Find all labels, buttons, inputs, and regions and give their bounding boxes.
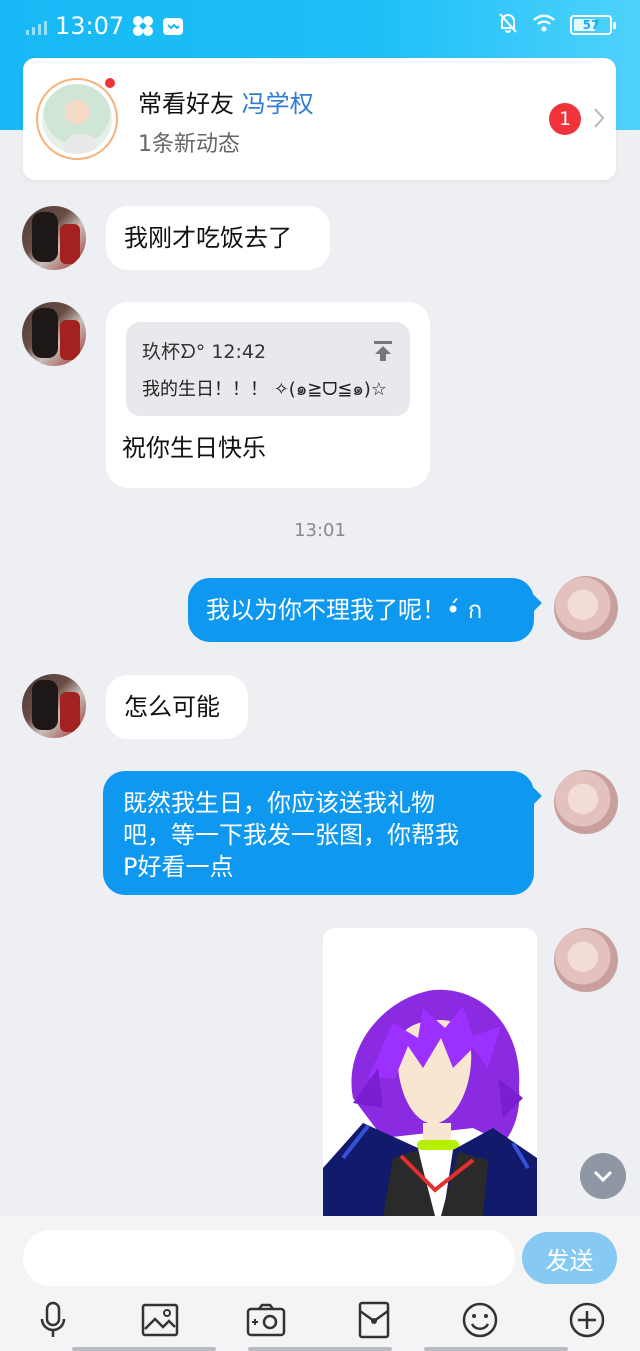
- message-bubble-self[interactable]: 我以为你不理我了呢！•́ ก: [188, 578, 542, 642]
- friend-card-subtitle: 1条新动态: [138, 132, 240, 157]
- message-text: 祝你生日快乐: [122, 434, 266, 462]
- friend-avatar[interactable]: [36, 78, 118, 160]
- my-avatar[interactable]: [554, 576, 618, 640]
- microphone-icon[interactable]: [31, 1298, 75, 1342]
- nav-indicator: [72, 1347, 216, 1351]
- message-bubble-self[interactable]: 既然我生日，你应该送我礼物 吧，等一下我发一张图，你帮我 P好看一点: [103, 771, 542, 895]
- quoted-header: 玖杯ᗤ° 12:42: [142, 336, 266, 368]
- quoted-reply[interactable]: 玖杯ᗤ° 12:42 我的生日！！！ ✧(๑≧ᗜ≦๑)☆: [126, 322, 410, 416]
- red-packet-icon[interactable]: [352, 1298, 396, 1342]
- friend-card-title: 常看好友 冯学权: [138, 84, 314, 119]
- emoji-icon[interactable]: [458, 1298, 502, 1342]
- message-bubble[interactable]: 玖杯ᗤ° 12:42 我的生日！！！ ✧(๑≧ᗜ≦๑)☆ 祝你生日快乐: [106, 302, 430, 488]
- image-icon[interactable]: [138, 1298, 182, 1342]
- pinwheel-icon: [132, 15, 154, 37]
- status-bar: 13:07 57: [0, 0, 640, 52]
- message-text-block: 既然我生日，你应该送我礼物 吧，等一下我发一张图，你帮我 P好看一点: [103, 771, 534, 899]
- message-bubble[interactable]: 怎么可能: [106, 675, 248, 739]
- anime-character-image: [323, 989, 537, 1216]
- contact-avatar[interactable]: [22, 206, 86, 270]
- mute-bell-icon: [498, 12, 518, 38]
- message-bubble[interactable]: 我刚才吃饭去了: [106, 206, 330, 270]
- quoted-text: 我的生日！！！ ✧(๑≧ᗜ≦๑)☆: [142, 379, 387, 400]
- quoted-sender: 玖杯ᗤ°: [142, 341, 206, 363]
- message-input[interactable]: [23, 1230, 515, 1286]
- image-message[interactable]: [323, 928, 537, 1216]
- friend-card-prefix: 常看好友: [138, 90, 234, 118]
- wifi-icon: [532, 13, 556, 37]
- chevron-down-icon: [593, 1170, 613, 1183]
- my-avatar[interactable]: [554, 928, 618, 992]
- message-line: P好看一点: [123, 853, 234, 881]
- input-bar: 发送: [0, 1216, 640, 1351]
- plus-icon[interactable]: [565, 1298, 609, 1342]
- unread-badge: 1: [549, 103, 581, 135]
- chevron-right-icon[interactable]: [592, 106, 606, 134]
- contact-avatar[interactable]: [22, 302, 86, 366]
- message-line: 吧，等一下我发一张图，你帮我: [123, 821, 459, 849]
- status-time: 13:07: [55, 12, 125, 40]
- notification-dot: [103, 76, 117, 90]
- nav-indicator: [424, 1347, 568, 1351]
- message-line: 既然我生日，你应该送我礼物: [123, 789, 435, 817]
- chat-timestamp: 13:01: [294, 520, 346, 541]
- my-avatar[interactable]: [554, 770, 618, 834]
- signal-icon: [26, 17, 47, 35]
- input-toolbar: [0, 1298, 640, 1344]
- camera-icon[interactable]: [244, 1298, 288, 1342]
- scroll-to-bottom-button[interactable]: [580, 1153, 626, 1199]
- send-button[interactable]: 发送: [522, 1232, 617, 1284]
- jump-to-top-icon[interactable]: [372, 338, 394, 370]
- nav-indicator: [248, 1347, 392, 1351]
- message-text: 怎么可能: [124, 693, 220, 721]
- quoted-time: 12:42: [211, 341, 267, 363]
- frequent-friend-card[interactable]: 常看好友 冯学权 1条新动态 1: [23, 58, 616, 180]
- battery-icon: 57: [570, 15, 616, 35]
- message-text: 我以为你不理我了呢！•́ ก: [206, 596, 483, 624]
- bilibili-icon: [162, 15, 184, 37]
- contact-avatar[interactable]: [22, 674, 86, 738]
- friend-name-link[interactable]: 冯学权: [242, 90, 314, 118]
- battery-level: 57: [582, 18, 600, 32]
- message-text: 我刚才吃饭去了: [124, 224, 292, 252]
